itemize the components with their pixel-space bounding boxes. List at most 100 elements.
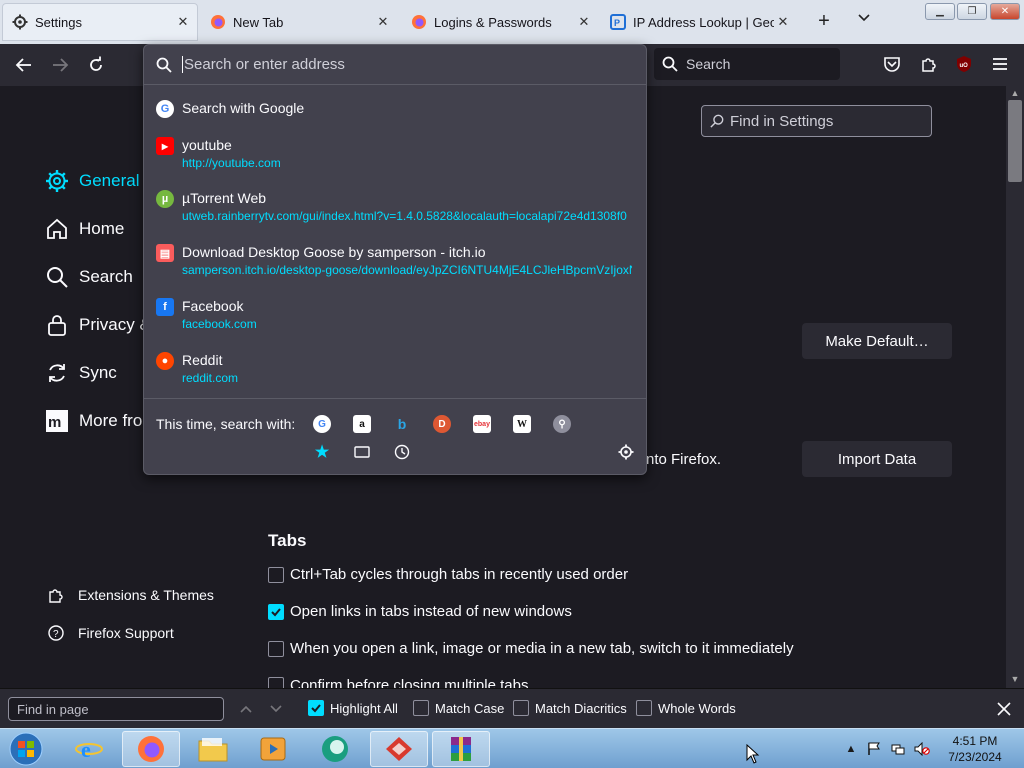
make-default-button[interactable]: Make Default… [802, 323, 952, 359]
checkbox[interactable] [636, 700, 652, 716]
result-title: µTorrent Web [182, 190, 267, 206]
checkbox[interactable] [268, 640, 284, 657]
chevron-down-icon [270, 705, 282, 713]
scroll-up-arrow-icon[interactable]: ▲ [1008, 88, 1022, 98]
taskbar-file-explorer[interactable] [184, 731, 242, 767]
duckduckgo-engine-icon[interactable]: D [433, 415, 451, 433]
category-search[interactable]: Search [44, 261, 133, 293]
volume-muted-icon[interactable] [914, 741, 930, 757]
highlight-all-option[interactable]: Highlight All [308, 700, 398, 716]
confirm-close-tabs-option[interactable]: Confirm before closing multiple tabs [268, 677, 528, 688]
find-in-settings-input[interactable]: Find in Settings [701, 105, 932, 137]
open-links-in-tabs-option[interactable]: Open links in tabs instead of new window… [268, 603, 572, 620]
checkbox[interactable] [413, 700, 429, 716]
result-desktop-goose[interactable]: ▤ Download Desktop Goose by samperson - … [156, 244, 636, 282]
close-tab-icon[interactable]: ✕ [174, 14, 192, 30]
tabs-icon[interactable] [353, 443, 371, 461]
match-diacritics-option[interactable]: Match Diacritics [513, 700, 627, 716]
search-icon [156, 57, 172, 73]
result-utorrent[interactable]: µ µTorrent Web utweb.rainberrytv.com/gui… [156, 190, 636, 228]
find-previous-button[interactable] [236, 699, 256, 719]
import-description-text: nto Firefox. [646, 451, 722, 468]
close-window-button[interactable]: ✕ [990, 3, 1020, 20]
google-engine-icon[interactable]: G [313, 415, 331, 433]
category-sync[interactable]: Sync [44, 357, 117, 389]
address-input[interactable]: Search or enter address [144, 45, 646, 85]
scroll-down-arrow-icon[interactable]: ▼ [1008, 674, 1022, 684]
close-tab-icon[interactable]: ✕ [575, 14, 593, 30]
result-reddit[interactable]: ● Reddit reddit.com [156, 352, 636, 390]
amazon-engine-icon[interactable]: a [353, 415, 371, 433]
taskbar-app-red[interactable] [370, 731, 428, 767]
import-data-button[interactable]: Import Data [802, 441, 952, 477]
category-home[interactable]: Home [44, 213, 124, 245]
clock-date: 7/23/2024 [948, 750, 1002, 764]
ublock-button[interactable]: uO [953, 53, 975, 75]
option-label: Highlight All [330, 700, 398, 716]
taskbar-internet-explorer[interactable]: e [60, 731, 118, 767]
extensions-button[interactable] [918, 53, 940, 75]
tab-ip-lookup[interactable]: P IP Address Lookup | Geoloc ✕ [602, 3, 798, 41]
toolbar-search-box[interactable]: Search [654, 48, 840, 80]
close-tab-icon[interactable]: ✕ [374, 14, 392, 30]
back-button[interactable] [11, 53, 37, 77]
show-hidden-icons-button[interactable]: ▲ [843, 741, 859, 757]
gear-icon [12, 14, 28, 30]
find-next-button[interactable] [266, 699, 286, 719]
ctrl-tab-option[interactable]: Ctrl+Tab cycles through tabs in recently… [268, 566, 628, 583]
tab-logins-passwords[interactable]: Logins & Passwords ✕ [401, 3, 599, 41]
taskbar-firefox[interactable] [122, 731, 180, 767]
extensions-themes-link[interactable]: Extensions & Themes [46, 583, 214, 607]
tab-settings[interactable]: Settings ✕ [2, 3, 198, 41]
bing-engine-icon[interactable]: b [393, 415, 411, 433]
action-center-flag-icon[interactable] [866, 741, 882, 757]
app-menu-button[interactable] [989, 53, 1011, 75]
maximize-button[interactable]: ❐ [957, 3, 987, 20]
taskbar-app-globe[interactable] [306, 731, 364, 767]
wikipedia-engine-icon[interactable]: W [513, 415, 531, 433]
result-search-google[interactable]: G Search with Google [156, 100, 636, 122]
help-icon: ? [46, 624, 66, 642]
network-icon[interactable] [890, 741, 906, 757]
switch-to-new-tab-option[interactable]: When you open a link, image or media in … [268, 640, 794, 657]
taskbar-clock[interactable]: 4:51 PM 7/23/2024 [940, 733, 1010, 765]
close-find-bar-icon[interactable] [994, 699, 1014, 719]
checkbox[interactable] [268, 603, 284, 620]
scrollbar-thumb[interactable] [1008, 100, 1022, 182]
checkbox[interactable] [308, 700, 324, 716]
pocket-icon [884, 57, 900, 72]
checkbox[interactable] [268, 677, 284, 688]
pocket-button[interactable] [881, 53, 903, 75]
find-in-page-placeholder: Find in page [17, 701, 89, 717]
mozilla-icon: m [44, 408, 70, 434]
category-label: Home [79, 219, 125, 238]
ebay-engine-icon[interactable]: ebay [473, 415, 491, 433]
taskbar-media-player[interactable] [244, 731, 302, 767]
new-tab-button[interactable]: + [812, 10, 836, 34]
result-facebook[interactable]: f Facebook facebook.com [156, 298, 636, 336]
reload-button[interactable] [83, 53, 109, 77]
result-youtube[interactable]: ▶ youtube http://youtube.com [156, 137, 636, 175]
list-all-tabs-button[interactable] [852, 10, 876, 34]
category-general[interactable]: General [44, 165, 139, 197]
forward-button[interactable] [47, 53, 73, 77]
taskbar-winrar[interactable] [432, 731, 490, 767]
find-in-page-input[interactable]: Find in page [8, 697, 224, 721]
whole-words-option[interactable]: Whole Words [636, 700, 736, 716]
close-tab-icon[interactable]: ✕ [774, 14, 792, 30]
result-url: facebook.com [182, 317, 257, 331]
start-button[interactable] [4, 731, 48, 767]
result-title: youtube [182, 137, 232, 153]
checkbox[interactable] [268, 566, 284, 583]
divider [144, 398, 646, 399]
search-engine-icon[interactable]: ⚲ [553, 415, 571, 433]
search-settings-gear-icon[interactable] [617, 443, 635, 461]
firefox-icon [138, 736, 164, 762]
minimize-button[interactable]: ▁ [925, 3, 955, 20]
history-clock-icon[interactable] [393, 443, 411, 461]
checkbox[interactable] [513, 700, 529, 716]
bookmarks-star-icon[interactable]: ★ [313, 443, 331, 461]
firefox-support-link[interactable]: ? Firefox Support [46, 621, 174, 645]
match-case-option[interactable]: Match Case [413, 700, 504, 716]
tab-new-tab[interactable]: New Tab ✕ [200, 3, 398, 41]
